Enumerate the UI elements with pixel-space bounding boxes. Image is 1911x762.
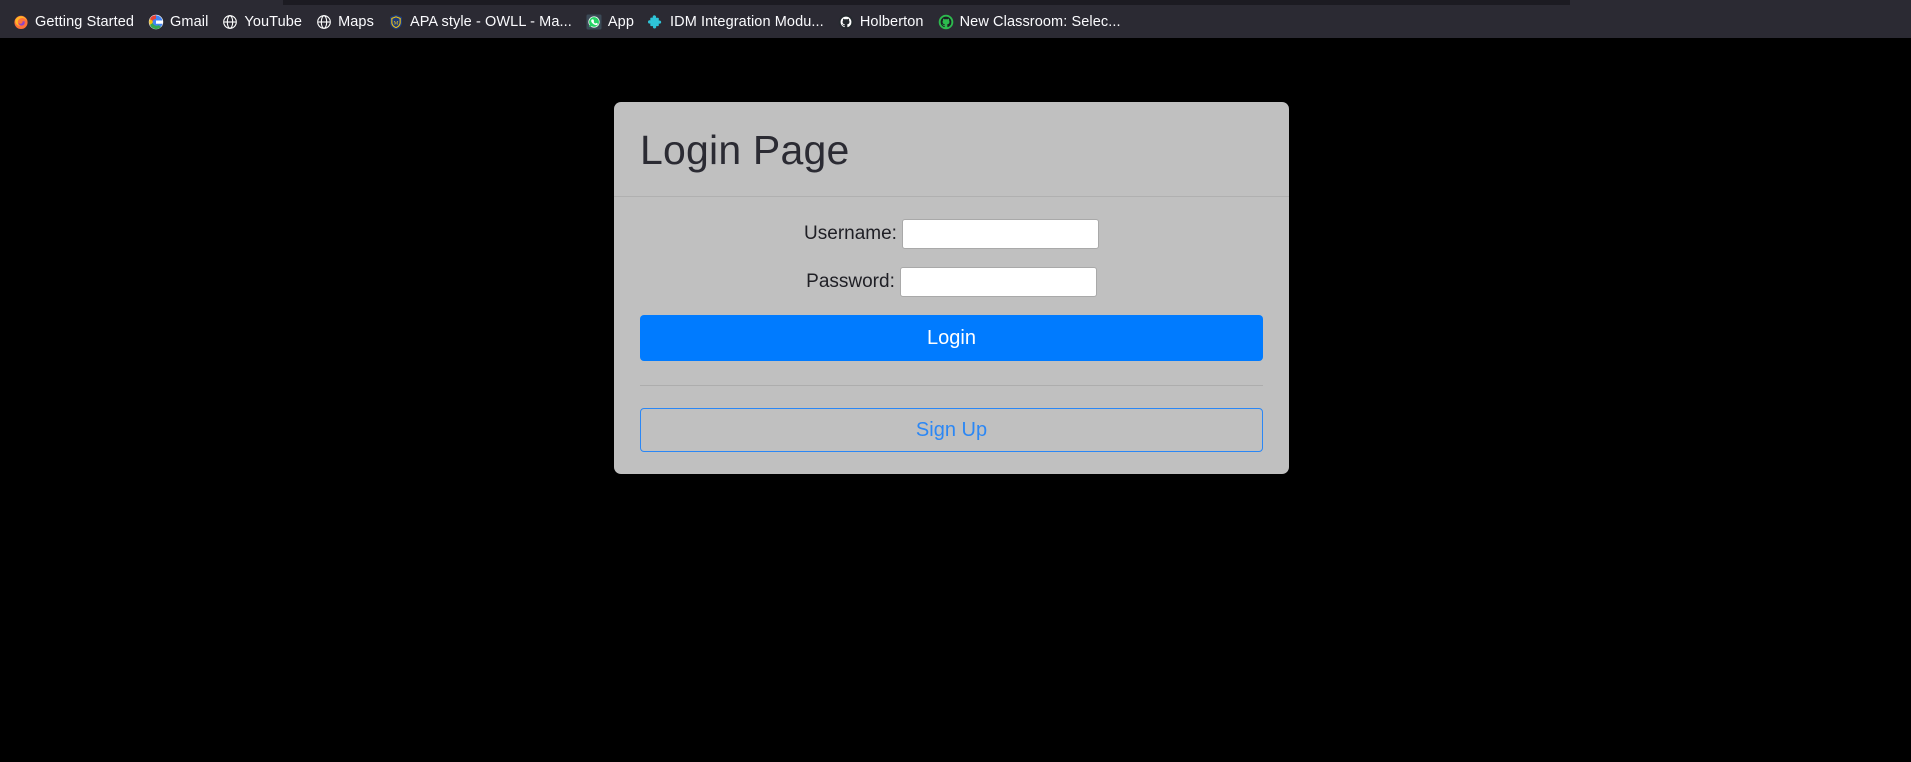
gmail-icon [148, 14, 164, 30]
firefox-icon [13, 14, 29, 30]
bookmark-label: Maps [338, 13, 374, 30]
bookmark-label: Holberton [859, 13, 924, 30]
bookmark-app[interactable]: App [579, 10, 641, 34]
bookmark-label: New Classroom: Selec... [959, 13, 1121, 30]
globe-icon [316, 14, 332, 30]
crest-icon: M [388, 14, 404, 30]
github-icon [838, 14, 854, 30]
username-input[interactable] [901, 219, 1099, 249]
login-card: Login Page Username: Password: Login Sig… [614, 102, 1289, 474]
github-green-icon [938, 14, 954, 30]
password-input[interactable] [899, 267, 1097, 297]
card-header: Login Page [614, 102, 1289, 197]
card-body: Username: Password: Login Sign Up [614, 197, 1289, 474]
bookmark-idm-integration-module[interactable]: IDM Integration Modu... [641, 10, 831, 34]
signup-button[interactable]: Sign Up [640, 408, 1263, 452]
username-row: Username: [640, 219, 1263, 249]
puzzle-icon [647, 14, 664, 30]
bookmark-maps[interactable]: Maps [309, 10, 381, 34]
globe-icon [222, 14, 238, 30]
password-row: Password: [640, 267, 1263, 297]
bookmark-label: Gmail [170, 13, 209, 30]
bookmark-label: App [607, 13, 634, 30]
page-title: Login Page [640, 127, 850, 173]
bookmark-getting-started[interactable]: Getting Started [6, 10, 141, 34]
bookmark-label: YouTube [244, 13, 303, 30]
browser-chrome: Getting Started Gmail YouTube Maps M APA… [0, 0, 1911, 38]
page-viewport: Login Page Username: Password: Login Sig… [0, 38, 1911, 762]
bookmark-new-classroom[interactable]: New Classroom: Selec... [931, 10, 1128, 34]
bookmark-youtube[interactable]: YouTube [215, 10, 309, 34]
username-label: Username: [804, 223, 897, 244]
card-divider [640, 385, 1263, 386]
password-label: Password: [806, 271, 895, 292]
bookmark-label: APA style - OWLL - Ma... [409, 13, 572, 30]
bookmark-holberton[interactable]: Holberton [831, 10, 931, 34]
bookmark-gmail[interactable]: Gmail [141, 10, 215, 34]
bookmark-label: Getting Started [35, 13, 135, 30]
bookmark-label: IDM Integration Modu... [670, 13, 824, 30]
bookmarks-toolbar: Getting Started Gmail YouTube Maps M APA… [0, 5, 1911, 38]
svg-text:M: M [394, 20, 399, 26]
bookmark-apa-style[interactable]: M APA style - OWLL - Ma... [381, 10, 579, 34]
whatsapp-icon [586, 14, 602, 30]
login-button[interactable]: Login [640, 315, 1263, 361]
